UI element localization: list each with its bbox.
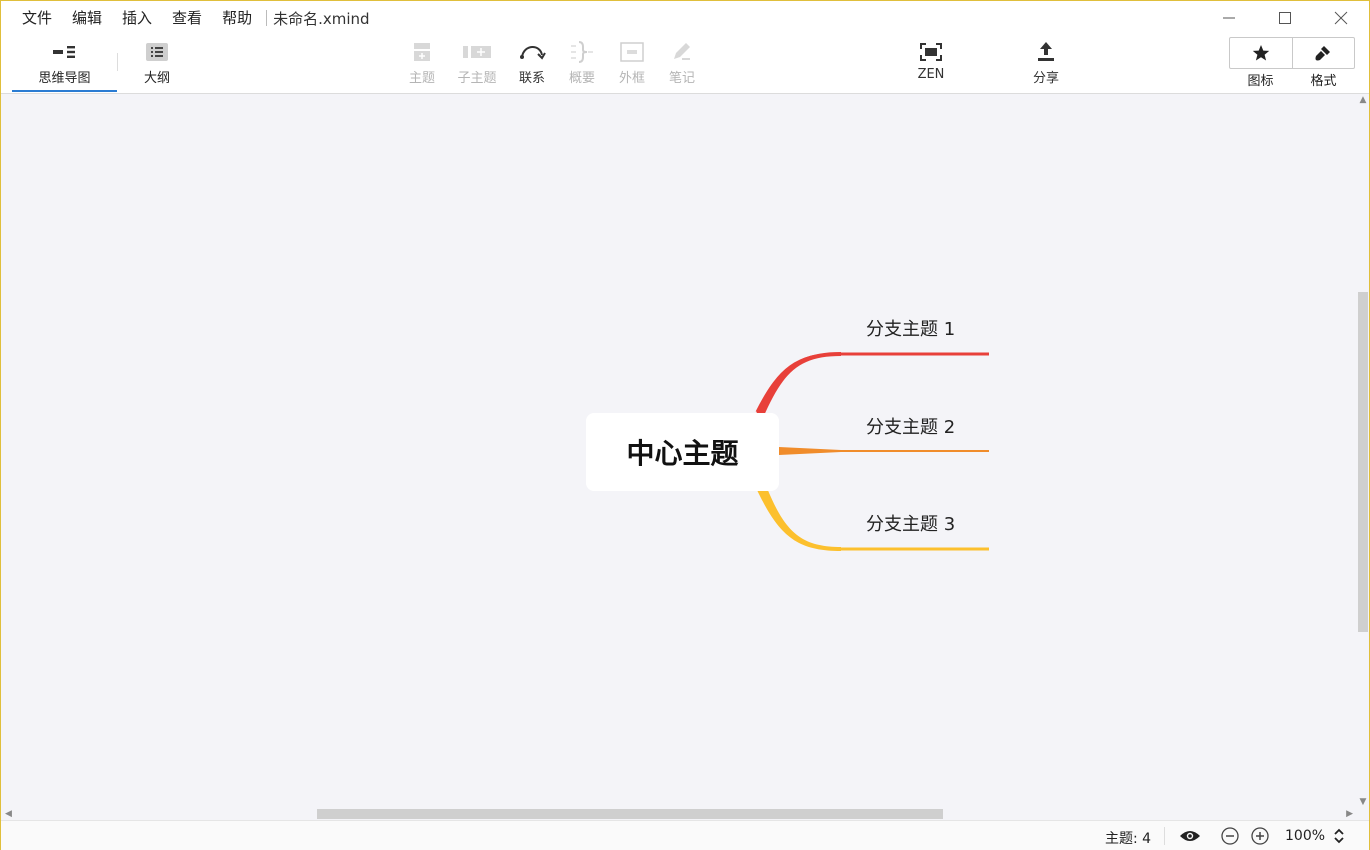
vertical-scroll-thumb[interactable] [1358,292,1368,632]
relationship-icon [520,46,546,60]
tab-outline-label: 大纲 [143,71,170,86]
relationship-label: 联系 [518,71,545,86]
scroll-right-icon[interactable]: ▶ [1346,808,1353,820]
icons-panel-button[interactable] [1230,38,1292,68]
tab-mindmap[interactable]: 思维导图 [12,35,117,92]
central-topic[interactable]: 中心主题 [586,413,779,491]
add-subtopic-button[interactable]: 子主题 [447,35,507,93]
zen-button[interactable]: ZEN [901,35,961,93]
mindmap-view-icon [52,46,75,58]
branch-topic-3[interactable]: 分支主题 3 [866,510,955,536]
topic-icon [414,43,430,61]
horizontal-scroll-thumb[interactable] [317,809,943,819]
note-icon [674,43,690,60]
branch-line-2-taper [779,447,841,455]
topic-count: 主题: 4 [1105,831,1152,847]
share-label: 分享 [1032,71,1059,86]
minimize-icon [1223,17,1235,19]
menu-bar: 文件 编辑 插入 查看 帮助 未命名.xmind [1,1,1369,35]
brush-icon [1315,46,1331,61]
share-button[interactable]: 分享 [1016,35,1076,93]
zoom-in-icon [1251,827,1269,845]
add-topic-button[interactable]: 主题 [392,35,452,93]
close-button[interactable] [1313,1,1369,35]
zoom-out-icon [1221,827,1239,845]
zoom-in-button[interactable] [1249,826,1271,846]
scroll-up-icon[interactable]: ▲ [1357,95,1369,105]
menu-help[interactable]: 帮助 [212,1,262,35]
tab-outline[interactable]: 大纲 [129,35,185,92]
maximize-button[interactable] [1257,1,1313,35]
scroll-left-icon[interactable]: ◀ [5,808,12,820]
icon-format-group [1229,37,1355,69]
minimize-button[interactable] [1201,1,1257,35]
horizontal-scrollbar[interactable]: ◀ ▶ [1,808,1357,820]
close-icon [1334,11,1348,25]
status-separator [1164,827,1165,845]
tab-mindmap-label: 思维导图 [38,71,91,86]
scroll-corner [1357,808,1369,820]
vertical-scrollbar[interactable]: ▲ ▼ [1357,94,1369,808]
format-label: 格式 [1310,74,1337,89]
branch-line-1-taper [755,352,841,418]
star-icon [1252,45,1269,61]
branch-topic-1[interactable]: 分支主题 1 [866,315,955,341]
subtopic-icon [463,46,491,58]
toolbar: 思维导图 大纲 主题 子主题 联系 概要 外框 笔记 ZEN 分享 图标 格式 [1,35,1369,94]
document-title: 未命名.xmind [273,9,370,28]
zoom-out-button[interactable] [1219,826,1241,846]
toggle-visibility-button[interactable] [1179,826,1201,846]
icon-format-labels: 图标 格式 [1229,70,1355,89]
chevron-up-down-icon [1334,828,1344,844]
note-label: 笔记 [668,71,695,86]
zen-icon [920,43,942,61]
add-subtopic-label: 子主题 [457,71,497,86]
outline-view-icon [146,43,168,61]
branch-topic-2[interactable]: 分支主题 2 [866,413,955,439]
boundary-label: 外框 [618,71,645,86]
add-topic-label: 主题 [408,71,435,86]
scroll-down-icon[interactable]: ▼ [1357,797,1369,807]
maximize-icon [1279,12,1291,24]
menu-file[interactable]: 文件 [12,1,62,35]
summary-icon [571,41,593,63]
zen-label: ZEN [917,67,945,82]
toolbar-separator [117,53,118,71]
menu-view[interactable]: 查看 [162,1,212,35]
status-bar: 主题: 4 100% [1,820,1369,850]
zoom-level[interactable]: 100% [1285,828,1325,844]
format-panel-button[interactable] [1291,38,1355,68]
note-button[interactable]: 笔记 [652,35,712,93]
summary-label: 概要 [568,71,595,86]
app-window: 文件 编辑 插入 查看 帮助 未命名.xmind 思维导图 大纲 主题 子主题 … [0,0,1370,850]
branch-line-3-taper [757,488,841,551]
icons-label: 图标 [1247,74,1274,89]
mindmap-canvas[interactable]: 中心主题 分支主题 1 分支主题 2 分支主题 3 [1,94,1357,808]
zoom-stepper[interactable] [1331,826,1347,846]
share-icon [1038,42,1054,61]
title-separator [266,10,268,26]
menu-edit[interactable]: 编辑 [62,1,112,35]
menu-insert[interactable]: 插入 [112,1,162,35]
branch-line-1 [755,352,989,413]
eye-icon [1180,831,1200,841]
window-controls [1201,1,1369,35]
boundary-icon [620,42,644,62]
